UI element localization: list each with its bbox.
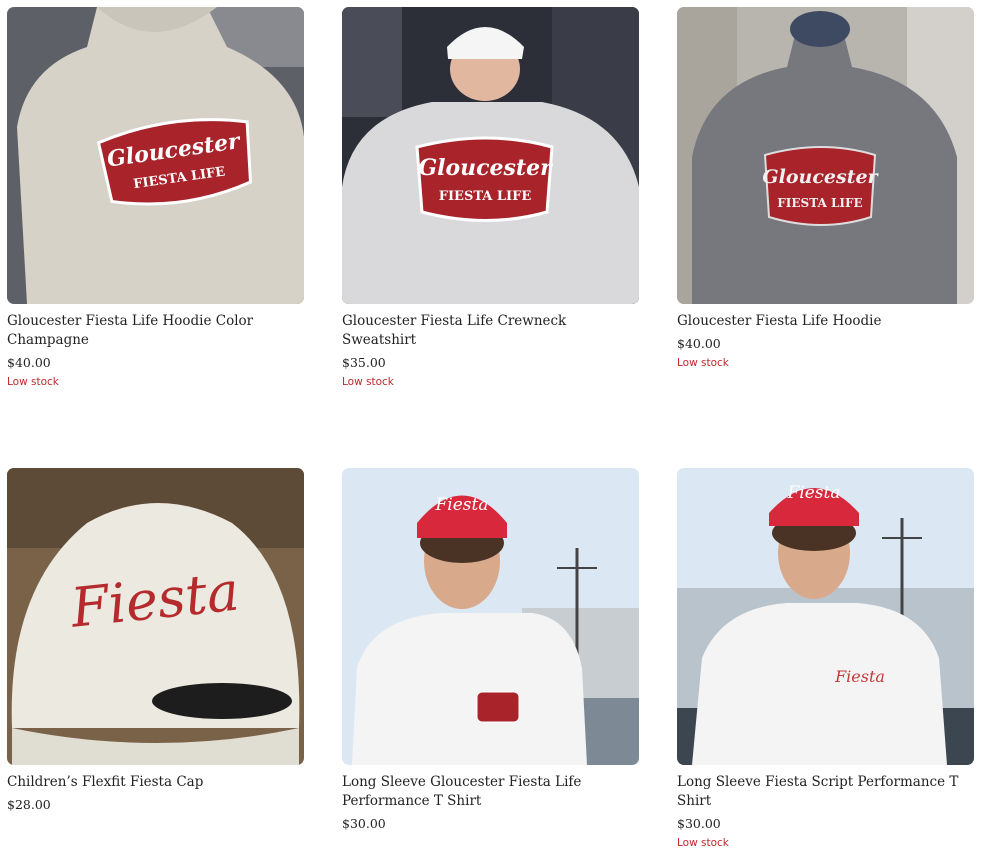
product-card[interactable]: Gloucester FIESTA LIFE Gloucester Fiesta…: [7, 7, 304, 390]
product-image[interactable]: Gloucester FIESTA LIFE: [342, 7, 639, 304]
product-price: $40.00: [7, 355, 51, 370]
product-price: $30.00: [677, 816, 721, 831]
product-title[interactable]: Children’s Flexfit Fiesta Cap: [7, 773, 304, 792]
product-image[interactable]: Fiesta Fiesta: [677, 468, 974, 765]
product-card[interactable]: Fiesta Long Sleeve Gloucester Fiesta Lif…: [342, 468, 639, 836]
product-title[interactable]: Long Sleeve Fiesta Script Performance T …: [677, 773, 974, 811]
logo-text: Fiesta: [435, 495, 489, 515]
product-price: $30.00: [342, 816, 386, 831]
product-title[interactable]: Gloucester Fiesta Life Hoodie Color Cham…: [7, 312, 304, 350]
product-image[interactable]: Fiesta: [7, 468, 304, 765]
product-price: $40.00: [677, 336, 721, 351]
stock-badge: Low stock: [342, 376, 394, 388]
stock-badge: Low stock: [677, 357, 729, 369]
product-card[interactable]: Fiesta Children’s Flexfit Fiesta Cap $28…: [7, 468, 304, 817]
product-image[interactable]: Gloucester FIESTA LIFE: [7, 7, 304, 304]
product-title[interactable]: Gloucester Fiesta Life Crewneck Sweatshi…: [342, 312, 639, 350]
logo-text: FIESTA LIFE: [439, 189, 532, 204]
product-card[interactable]: Gloucester FIESTA LIFE Gloucester Fiesta…: [677, 7, 974, 371]
logo-text: Gloucester: [418, 155, 553, 181]
logo-text: Fiesta: [787, 483, 841, 503]
stock-badge: Low stock: [677, 837, 729, 849]
stock-badge: Low stock: [7, 376, 59, 388]
product-title[interactable]: Long Sleeve Gloucester Fiesta Life Perfo…: [342, 773, 639, 811]
product-price: $35.00: [342, 355, 386, 370]
logo-text: FIESTA LIFE: [777, 196, 862, 210]
product-card[interactable]: Gloucester FIESTA LIFE Gloucester Fiesta…: [342, 7, 639, 390]
product-image[interactable]: Gloucester FIESTA LIFE: [677, 7, 974, 304]
product-image[interactable]: Fiesta: [342, 468, 639, 765]
logo-text: Gloucester: [762, 166, 879, 188]
product-card[interactable]: Fiesta Fiesta Long Sleeve Fiesta Script …: [677, 468, 974, 851]
logo-text: Fiesta: [834, 667, 885, 686]
product-price: $28.00: [7, 797, 51, 812]
product-title[interactable]: Gloucester Fiesta Life Hoodie: [677, 312, 974, 331]
